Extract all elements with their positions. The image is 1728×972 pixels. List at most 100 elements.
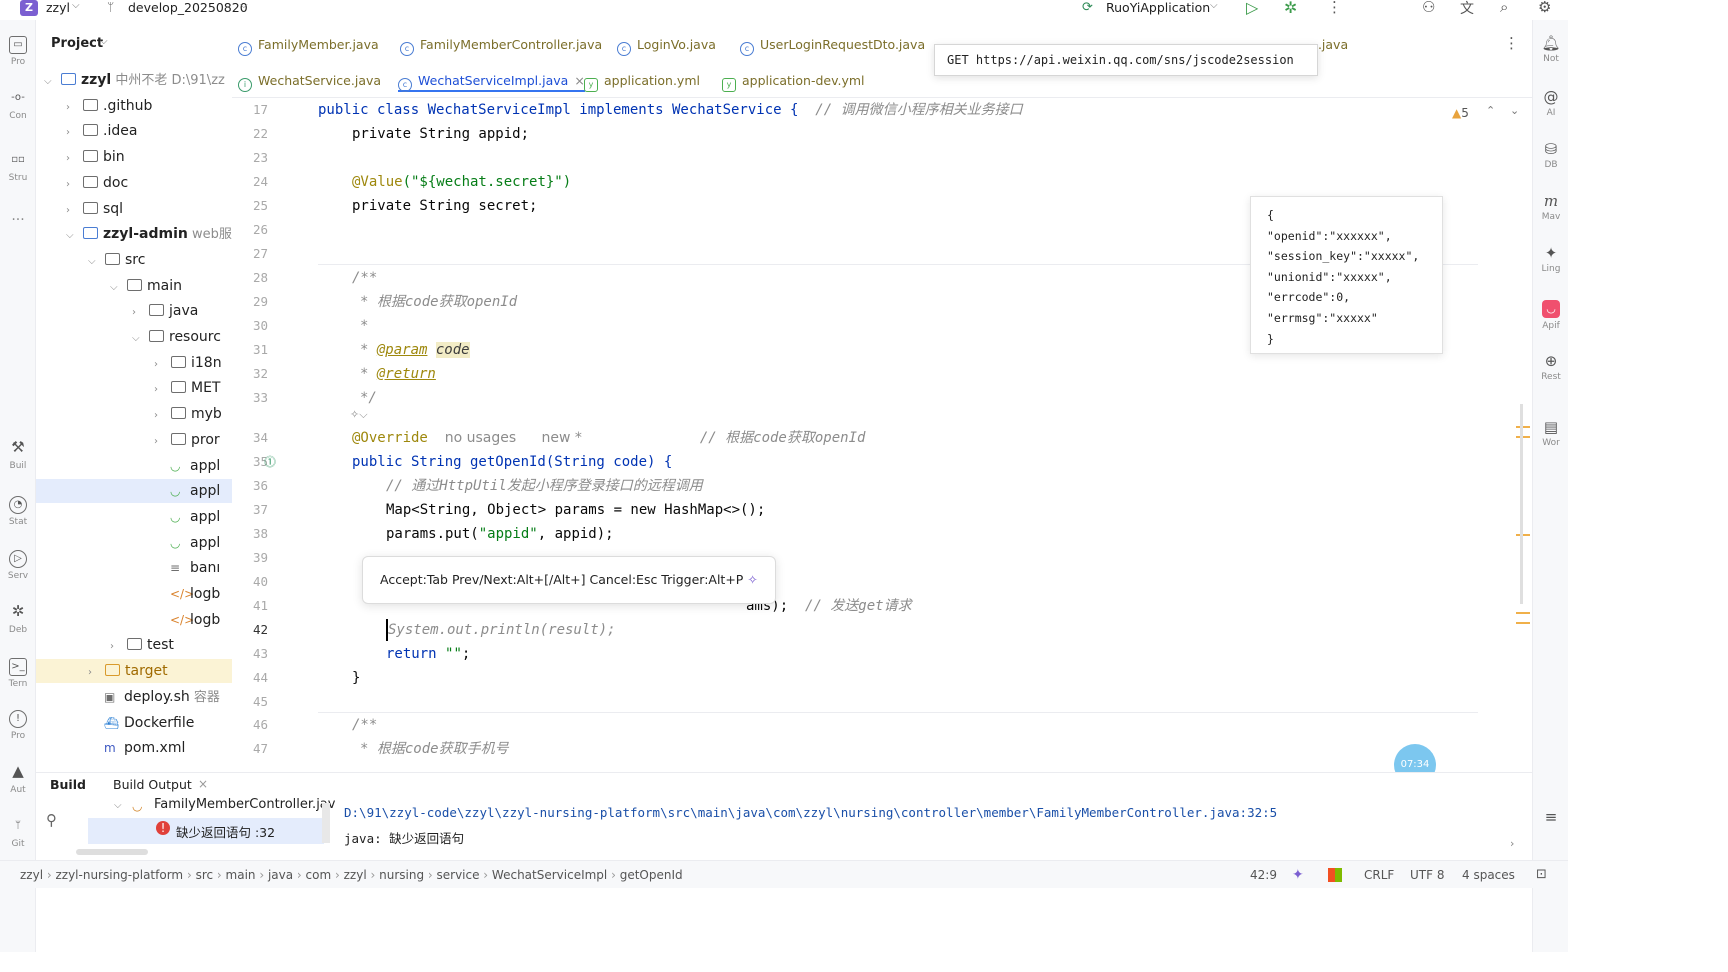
search-icon[interactable]: ⌕: [1500, 0, 1508, 16]
scroll-mark[interactable]: [1516, 612, 1530, 614]
chevron-right-icon[interactable]: ›: [66, 199, 80, 221]
auto-tool-button[interactable]: ▲ Aut: [0, 764, 36, 796]
commit-tool-button[interactable]: -o- Con: [0, 90, 36, 121]
breadcrumb-item[interactable]: java: [268, 868, 293, 882]
panel-collapse-icon[interactable]: ›: [1510, 837, 1514, 850]
chevron-right-icon[interactable]: ›: [154, 353, 168, 375]
tree-h-scrollbar[interactable]: [76, 849, 148, 855]
pin-icon[interactable]: ⚲: [46, 811, 57, 829]
branch-dropdown-icon[interactable]: ⌵: [240, 0, 248, 11]
tree-item[interactable]: › test: [36, 633, 232, 657]
run-config-dropdown-icon[interactable]: ⌵: [1210, 0, 1218, 11]
settings-gear-icon[interactable]: ⚙: [1538, 0, 1551, 16]
ai-status-icon[interactable]: ✦: [1292, 861, 1304, 889]
tree-item[interactable]: › doc: [36, 171, 232, 195]
tree-item[interactable]: ◡ appl: [36, 531, 232, 555]
database-tool-button[interactable]: ⛁ DB: [1533, 142, 1569, 171]
ai-assist-gutter-icon[interactable]: ✧⌵: [350, 408, 368, 422]
build-tool-button[interactable]: ⚒ Buil: [0, 440, 36, 472]
tab-family-member[interactable]: c FamilyMember.java: [238, 34, 379, 56]
scroll-mark[interactable]: [1516, 622, 1530, 624]
tree-item[interactable]: ⌵ main: [36, 274, 232, 298]
tree-item[interactable]: ⌵ zzyl 中州不老 D:\91\zz: [36, 68, 232, 92]
tabs-more-icon[interactable]: ⋮: [1504, 34, 1519, 52]
debug-icon[interactable]: ✲: [1284, 0, 1297, 17]
breadcrumb-item[interactable]: WechatServiceImpl: [492, 868, 607, 882]
breadcrumb-item[interactable]: zzyl: [20, 868, 43, 882]
build-output-close-icon[interactable]: ×: [198, 777, 208, 791]
tree-item[interactable]: ◡ appl: [36, 479, 232, 504]
statistic-tool-button[interactable]: ◔ Stat: [0, 496, 36, 527]
chevron-right-icon[interactable]: ›: [66, 173, 80, 195]
branch-name[interactable]: develop_20250820: [128, 0, 248, 15]
breadcrumb-item[interactable]: service: [437, 868, 480, 882]
breadcrumb-item[interactable]: zzyl-nursing-platform: [55, 868, 183, 882]
tab-wechat-service-impl[interactable]: c WechatServiceImpl.java ×: [398, 70, 585, 92]
tree-item[interactable]: ≡ banı: [36, 556, 232, 580]
tree-item[interactable]: › bin: [36, 145, 232, 169]
build-error-item[interactable]: 缺少返回语句 :32: [176, 822, 275, 841]
chevron-right-icon[interactable]: ›: [110, 635, 124, 657]
chevron-right-icon[interactable]: ›: [66, 147, 80, 169]
tree-item[interactable]: › .idea: [36, 119, 232, 143]
editor-scrollbar[interactable]: [1520, 404, 1523, 604]
project-name[interactable]: zzyl: [46, 0, 70, 15]
breadcrumb-item[interactable]: src: [196, 868, 214, 882]
tree-item[interactable]: ◡ appl: [36, 505, 232, 529]
debug-tool-button[interactable]: ✲ Deb: [0, 604, 36, 636]
tree-item[interactable]: ⛴ Dockerfile: [36, 711, 232, 735]
lingma-tool-button[interactable]: ✦ Ling: [1533, 246, 1569, 275]
structure-tool-button[interactable]: ▫▫ Stru: [0, 152, 36, 183]
ai-assistant-icon[interactable]: ✧: [747, 572, 757, 587]
tree-item[interactable]: m pom.xml: [36, 736, 232, 760]
warnings-indicator[interactable]: ▲5: [1452, 106, 1469, 120]
indent-setting[interactable]: 4 spaces: [1462, 861, 1515, 889]
tree-item[interactable]: › pror: [36, 428, 232, 452]
translate-icon[interactable]: 文: [1460, 0, 1474, 18]
terminal-tool-button[interactable]: >_ Tern: [0, 658, 36, 689]
line-separator[interactable]: CRLF: [1364, 861, 1394, 889]
tree-expand-icon[interactable]: ⌵: [114, 800, 122, 811]
project-panel-title[interactable]: Project: [51, 36, 103, 51]
file-encoding[interactable]: UTF 8: [1410, 861, 1444, 889]
chevron-down-icon[interactable]: ⌵: [88, 250, 102, 272]
tab-application-dev-yml[interactable]: y application-dev.yml: [722, 70, 865, 92]
project-tool-button[interactable]: ▭ Pro: [0, 36, 36, 67]
scroll-mark[interactable]: [1516, 534, 1530, 536]
next-highlight-icon[interactable]: ⌄: [1510, 104, 1519, 117]
tree-item[interactable]: </>logb: [36, 608, 232, 632]
tree-item[interactable]: › .github: [36, 94, 232, 118]
tree-item[interactable]: › java: [36, 299, 232, 323]
tab-application-yml[interactable]: y application.yml: [584, 70, 700, 92]
lock-icon[interactable]: ⊡: [1536, 861, 1547, 889]
tree-item[interactable]: ⌵ zzyl-admin web服: [36, 222, 232, 246]
tree-item[interactable]: ⌵ src: [36, 248, 232, 272]
tree-item[interactable]: › sql: [36, 197, 232, 221]
breadcrumb-item[interactable]: com: [306, 868, 332, 882]
scroll-mark[interactable]: [1516, 426, 1530, 428]
rest-tool-button[interactable]: ⊕ Rest: [1533, 354, 1569, 383]
scroll-mark[interactable]: [1516, 436, 1530, 438]
word-tool-button[interactable]: ▤ Wor: [1533, 420, 1569, 449]
tree-scrollbar[interactable]: [322, 803, 330, 843]
more-actions-icon[interactable]: ⋮: [1327, 0, 1342, 16]
chevron-down-icon[interactable]: ⌵: [132, 327, 146, 349]
tree-item[interactable]: ⌵ resourc: [36, 325, 232, 349]
tree-item[interactable]: › MET: [36, 376, 232, 400]
build-output-path[interactable]: D:\91\zzyl-code\zzyl\zzyl-nursing-platfo…: [344, 805, 1277, 820]
panel-dropdown-icon[interactable]: ⌵: [100, 36, 108, 47]
ai-tool-button[interactable]: @ AI: [1533, 90, 1569, 119]
breadcrumb-item[interactable]: getOpenId: [620, 868, 683, 882]
maven-tool-button[interactable]: m Mav: [1533, 194, 1569, 223]
notifications-tool-button[interactable]: 🔔︎ Not: [1533, 36, 1569, 65]
run-icon[interactable]: ▷: [1246, 0, 1258, 17]
project-dropdown-icon[interactable]: ⌵: [72, 0, 80, 11]
chevron-right-icon[interactable]: ›: [66, 121, 80, 143]
build-output-tab[interactable]: Build Output: [113, 777, 192, 792]
chevron-right-icon[interactable]: ›: [154, 404, 168, 426]
author-hint[interactable]: new *: [541, 430, 581, 446]
usages-hint[interactable]: no usages: [445, 430, 516, 446]
tab-login-vo[interactable]: c LoginVo.java: [617, 34, 716, 56]
tab-wechat-service[interactable]: i WechatService.java: [238, 70, 381, 92]
breadcrumb-item[interactable]: nursing: [379, 868, 424, 882]
